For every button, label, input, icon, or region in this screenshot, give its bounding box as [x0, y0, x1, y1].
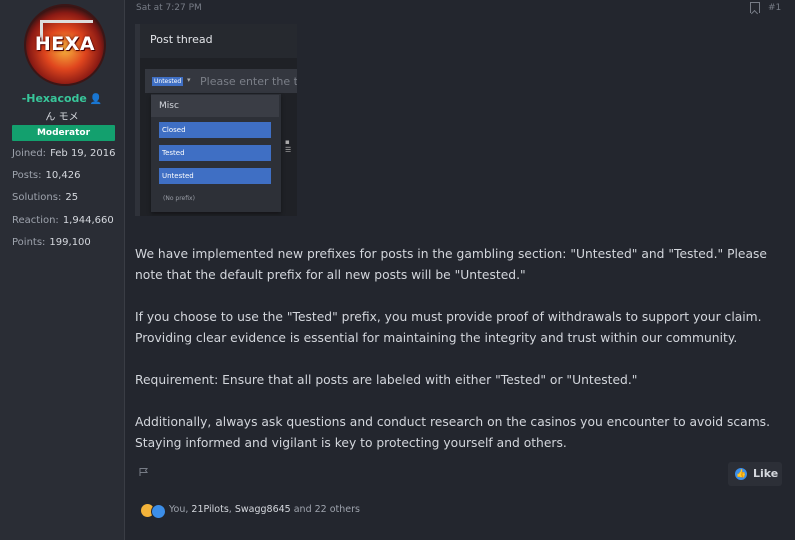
post-number[interactable]: #1	[768, 3, 781, 13]
stat-reaction: Reaction: 1,944,660	[12, 215, 114, 226]
stat-value: 10,426	[45, 170, 81, 181]
stat-value: 25	[65, 192, 79, 203]
reaction-prefix: You,	[169, 504, 192, 515]
screenshot-option: Untested	[159, 168, 271, 184]
username-text[interactable]: -Hexacode	[22, 92, 87, 105]
report-flag-icon[interactable]	[139, 468, 148, 476]
stat-value: 1,944,660	[62, 215, 114, 226]
stat-label: Points:	[12, 237, 46, 248]
toolbar-icon: ▪ ☰	[285, 138, 292, 154]
like-label: Like	[753, 467, 779, 480]
user-follow-icon: 👤	[89, 94, 103, 105]
stat-solutions: Solutions: 25	[12, 192, 78, 203]
screenshot-option: Closed	[159, 122, 271, 138]
reaction-user-link[interactable]: 21Pilots	[191, 504, 228, 515]
chevron-down-icon: ▾	[187, 76, 191, 84]
like-reaction-icon	[151, 504, 166, 519]
screenshot-no-prefix: (No prefix)	[163, 195, 195, 202]
reaction-text[interactable]: You, 21Pilots, Swagg8645 and 22 others	[169, 504, 360, 515]
screenshot-menu-header: Misc	[151, 95, 279, 117]
screenshot-prefix-tag: Untested	[152, 77, 184, 86]
stat-points: Points: 199,100	[12, 237, 91, 248]
stat-label: Reaction:	[12, 215, 59, 226]
stat-value: 199,100	[49, 237, 91, 248]
stat-label: Solutions:	[12, 192, 62, 203]
post-timestamp[interactable]: Sat at 7:27 PM	[136, 3, 202, 13]
stat-posts: Posts: 10,426	[12, 170, 81, 181]
bookmark-icon[interactable]	[750, 2, 760, 13]
screenshot-placeholder: Please enter the t	[200, 75, 297, 88]
post-paragraph: We have implemented new prefixes for pos…	[135, 247, 767, 282]
embedded-screenshot[interactable]: Post thread Untested ▾ Please enter the …	[135, 24, 297, 216]
stat-joined: Joined: Feb 19, 2016	[12, 148, 115, 159]
stat-label: Joined:	[12, 148, 47, 159]
reaction-others[interactable]: and 22 others	[291, 504, 360, 515]
stat-value: Feb 19, 2016	[50, 148, 116, 159]
username[interactable]: -Hexacode 👤	[0, 92, 124, 105]
avatar[interactable]: HEXA	[24, 4, 106, 86]
post-paragraph: Additionally, always ask questions and c…	[135, 415, 770, 450]
reaction-user-link[interactable]: Swagg8645	[235, 504, 291, 515]
screenshot-title: Post thread	[150, 33, 213, 46]
avatar-logo-text: HEXA	[34, 33, 96, 55]
post-paragraph: Requirement: Ensure that all posts are l…	[135, 373, 638, 387]
thumbs-up-icon: 👍	[735, 468, 747, 480]
moderator-badge: Moderator	[12, 125, 115, 141]
user-panel: HEXA -Hexacode 👤 ん モメ Moderator Joined: Fe…	[0, 0, 125, 540]
post-paragraph: If you choose to use the "Tested" prefix…	[135, 310, 762, 345]
user-title: ん モメ	[45, 112, 79, 123]
like-button[interactable]: 👍 Like	[728, 462, 782, 486]
stat-label: Posts:	[12, 170, 42, 181]
screenshot-option: Tested	[159, 145, 271, 161]
post: Sat at 7:27 PM #1 Post thread Untested ▾…	[125, 0, 795, 540]
